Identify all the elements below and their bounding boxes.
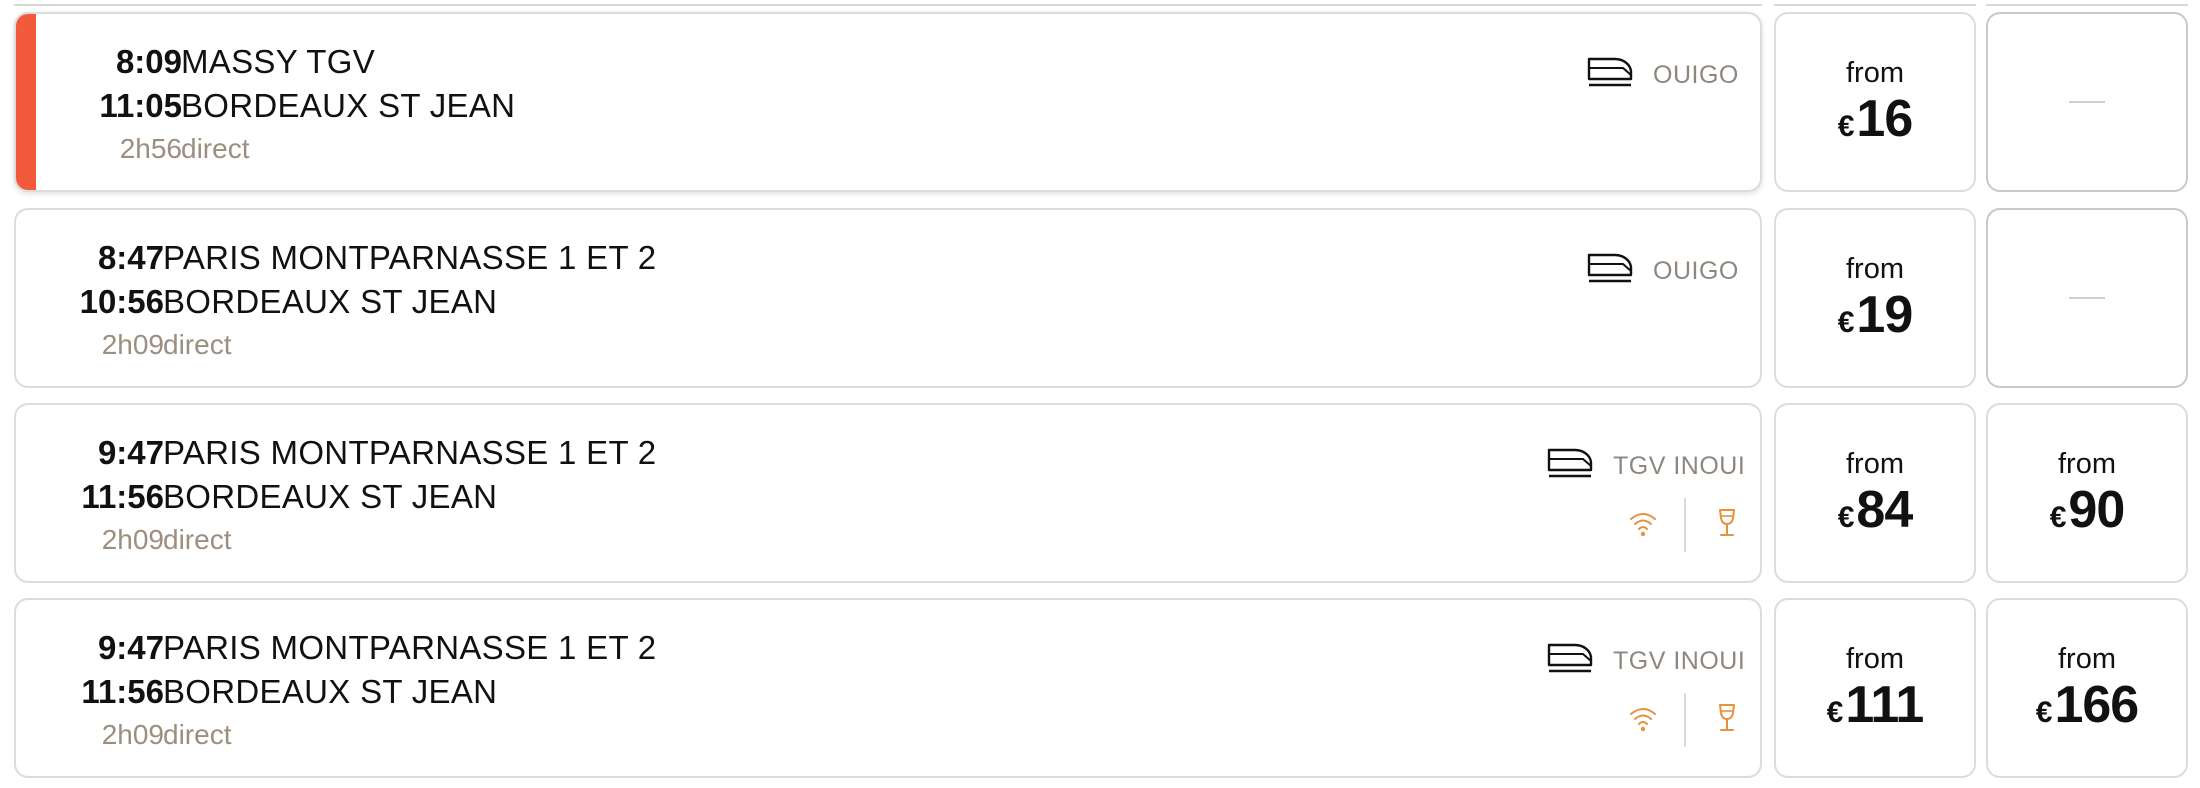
wine-glass-icon xyxy=(1712,508,1742,543)
arrival-time: 11:05 xyxy=(99,87,182,124)
currency-symbol: € xyxy=(2035,696,2053,729)
connection-type: direct xyxy=(181,133,250,164)
journey-card[interactable]: 8:47 10:56 2h09 PARIS MONTPARNASSE 1 ET … xyxy=(14,208,1762,388)
stations-column: MASSY TGV BORDEAUX ST JEAN direct xyxy=(181,40,515,170)
fare-amount: €16 xyxy=(1837,90,1914,148)
unavailable-dash xyxy=(2069,297,2105,299)
stations-column: PARIS MONTPARNASSE 1 ET 2 BORDEAUX ST JE… xyxy=(163,236,656,366)
departure-station: PARIS MONTPARNASSE 1 ET 2 xyxy=(163,629,657,666)
duration: 2h09 xyxy=(101,329,164,360)
times-column: 9:47 11:56 2h09 xyxy=(16,626,164,756)
operator: TGV INOUI xyxy=(1547,636,1745,686)
train-icon xyxy=(1587,249,1653,294)
arrival-station: BORDEAUX ST JEAN xyxy=(181,87,516,124)
departure-time: 9:47 xyxy=(97,434,164,471)
fare-from-label: from xyxy=(1846,448,1904,480)
arrival-station: BORDEAUX ST JEAN xyxy=(163,478,498,515)
fare-from-label: from xyxy=(2058,643,2116,675)
connection-type: direct xyxy=(163,524,232,555)
duration: 2h09 xyxy=(101,719,164,750)
departure-station: MASSY TGV xyxy=(181,43,376,80)
operator-name: TGV INOUI xyxy=(1613,646,1746,675)
fare-value: 166 xyxy=(2054,676,2139,734)
journey-row: 8:47 10:56 2h09 PARIS MONTPARNASSE 1 ET … xyxy=(0,208,2200,392)
fare-from-label: from xyxy=(1846,57,1904,89)
arrival-time: 11:56 xyxy=(81,673,164,710)
connection-type: direct xyxy=(163,719,232,750)
duration: 2h56 xyxy=(119,133,182,164)
fare-from-label: from xyxy=(1846,643,1904,675)
amenity-divider xyxy=(1684,693,1686,747)
fare-option-unavailable xyxy=(1986,208,2188,388)
departure-station: PARIS MONTPARNASSE 1 ET 2 xyxy=(163,434,657,471)
journey-row: 9:47 11:56 2h09 PARIS MONTPARNASSE 1 ET … xyxy=(0,598,2200,782)
operator-name: OUIGO xyxy=(1653,60,1739,89)
previous-row-edge xyxy=(1774,0,1976,6)
arrival-station: BORDEAUX ST JEAN xyxy=(163,283,498,320)
fare-amount: €111 xyxy=(1826,676,1925,734)
wifi-icon xyxy=(1628,508,1658,543)
currency-symbol: € xyxy=(1837,306,1855,339)
fare-value: 19 xyxy=(1856,286,1913,344)
departure-time: 9:47 xyxy=(97,629,164,666)
operator: OUIGO xyxy=(1587,246,1739,296)
train-icon xyxy=(1547,639,1613,684)
operator: OUIGO xyxy=(1587,50,1739,100)
times-column: 8:47 10:56 2h09 xyxy=(16,236,164,366)
times-column: 9:47 11:56 2h09 xyxy=(16,431,164,561)
fare-option-standard[interactable]: from €111 xyxy=(1774,598,1976,778)
journey-results-list: 8:09 11:05 2h56 MASSY TGV BORDEAUX ST JE… xyxy=(0,0,2200,788)
operator-name: OUIGO xyxy=(1653,256,1739,285)
currency-symbol: € xyxy=(2049,501,2067,534)
journey-card[interactable]: 9:47 11:56 2h09 PARIS MONTPARNASSE 1 ET … xyxy=(14,598,1762,778)
arrival-time: 10:56 xyxy=(79,283,164,320)
arrival-station: BORDEAUX ST JEAN xyxy=(163,673,498,710)
fare-option-standard[interactable]: from €19 xyxy=(1774,208,1976,388)
fare-value: 16 xyxy=(1856,90,1913,148)
wine-glass-icon xyxy=(1712,703,1742,738)
times-column: 8:09 11:05 2h56 xyxy=(32,40,182,170)
fare-option-unavailable xyxy=(1986,12,2188,192)
journey-row: 8:09 11:05 2h56 MASSY TGV BORDEAUX ST JE… xyxy=(0,12,2200,196)
fare-value: 84 xyxy=(1856,481,1913,539)
currency-symbol: € xyxy=(1826,696,1844,729)
amenity-divider xyxy=(1684,498,1686,552)
fare-amount: €19 xyxy=(1837,286,1914,344)
fare-value: 111 xyxy=(1845,676,1924,734)
train-icon xyxy=(1547,444,1613,489)
train-icon xyxy=(1587,53,1653,98)
previous-row-edge xyxy=(1986,0,2188,6)
operator: TGV INOUI xyxy=(1547,441,1745,491)
departure-station: PARIS MONTPARNASSE 1 ET 2 xyxy=(163,239,657,276)
fare-option-first-class[interactable]: from €166 xyxy=(1986,598,2188,778)
departure-time: 8:47 xyxy=(97,239,164,276)
wifi-icon xyxy=(1628,703,1658,738)
fare-amount: €90 xyxy=(2049,481,2126,539)
currency-symbol: € xyxy=(1837,501,1855,534)
duration: 2h09 xyxy=(101,524,164,555)
unavailable-dash xyxy=(2069,101,2105,103)
operator-name: TGV INOUI xyxy=(1613,451,1746,480)
fare-amount: €166 xyxy=(2035,676,2139,734)
journey-card[interactable]: 8:09 11:05 2h56 MASSY TGV BORDEAUX ST JE… xyxy=(14,12,1762,192)
previous-row-edge xyxy=(14,0,1762,6)
amenities xyxy=(1628,692,1742,748)
amenities xyxy=(1628,497,1742,553)
stations-column: PARIS MONTPARNASSE 1 ET 2 BORDEAUX ST JE… xyxy=(163,431,656,561)
connection-type: direct xyxy=(163,329,232,360)
currency-symbol: € xyxy=(1837,110,1855,143)
journey-row: 9:47 11:56 2h09 PARIS MONTPARNASSE 1 ET … xyxy=(0,403,2200,587)
fare-option-first-class[interactable]: from €90 xyxy=(1986,403,2188,583)
fare-option-standard[interactable]: from €84 xyxy=(1774,403,1976,583)
departure-time: 8:09 xyxy=(115,43,182,80)
journey-card[interactable]: 9:47 11:56 2h09 PARIS MONTPARNASSE 1 ET … xyxy=(14,403,1762,583)
fare-value: 90 xyxy=(2068,481,2125,539)
fare-from-label: from xyxy=(1846,253,1904,285)
fare-option-standard[interactable]: from €16 xyxy=(1774,12,1976,192)
stations-column: PARIS MONTPARNASSE 1 ET 2 BORDEAUX ST JE… xyxy=(163,626,656,756)
arrival-time: 11:56 xyxy=(81,478,164,515)
fare-from-label: from xyxy=(2058,448,2116,480)
fare-amount: €84 xyxy=(1837,481,1914,539)
